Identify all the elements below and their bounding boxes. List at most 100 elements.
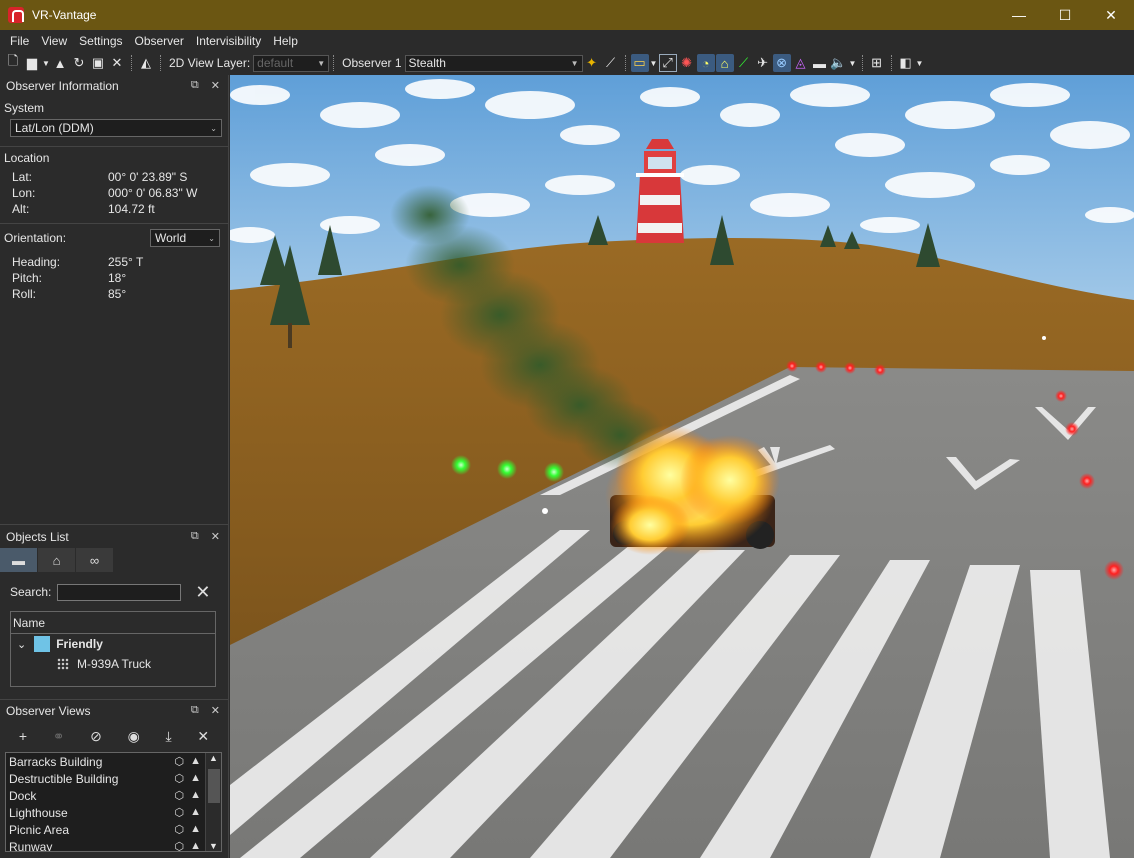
clear-search-icon[interactable]: ✕ [195,582,210,603]
compass-icon[interactable]: ✦ [583,54,601,72]
scrollbar-thumb[interactable] [208,769,220,803]
menu-file[interactable]: File [4,30,35,52]
target-icon[interactable]: ⊗ [772,54,791,72]
cube-icon: ⬡ [174,841,185,852]
hide-icon[interactable]: ⊘ [90,728,102,745]
new-file-icon[interactable]: 🗋 [4,53,22,72]
roll-value: 85° [108,287,127,301]
white-light [1042,336,1046,340]
objects-tabs: ▬ ⌂ ∞ [0,548,228,572]
network-icon[interactable]: ✺ [678,54,696,72]
view-layer-select[interactable]: default ▼ [253,54,330,72]
minimize-button[interactable]: — [996,0,1042,30]
dropdown-arrow-icon[interactable]: ▼ [650,54,658,72]
chevron-down-icon[interactable]: ⌄ [17,638,26,651]
add-view-icon[interactable]: + [19,728,27,744]
close-icon[interactable]: ✕ [211,79,220,92]
list-item[interactable]: Destructible Building ⬡ ▲ [6,770,221,787]
scroll-down-icon[interactable]: ▼ [209,841,218,851]
terrain-edit-icon[interactable]: ◭ [137,54,155,72]
download-icon[interactable]: ⤓ [165,728,171,745]
coordinate-system-select[interactable]: Lat/Lon (DDM) ⌄ [10,119,222,137]
orientation-value: World [155,231,187,245]
path-icon[interactable]: ⟋ [735,54,753,72]
menu-observer[interactable]: Observer [129,30,190,52]
toolbar-separator [861,55,864,71]
terrain-icon: ▲ [190,840,201,852]
location-label: Location [4,151,50,165]
buildings-tab-icon[interactable]: ⌂ [38,548,76,572]
zone-icon[interactable]: ⌂ [715,54,734,72]
aircraft-icon[interactable]: ✈ [754,54,772,72]
objects-list-header: Objects List ⧉ ✕ [0,526,228,548]
list-item[interactable]: Barracks Building ⬡ ▲ [6,753,221,770]
hierarchy-icon[interactable]: ⊞ [868,54,886,72]
terrain-icon[interactable]: ▲ [51,54,69,72]
lon-value: 000° 0' 06.83" W [108,186,198,200]
open-folder-icon[interactable]: ▆ [23,54,41,72]
chevron-down-icon: ⌄ [210,123,217,133]
menu-intervisibility[interactable]: Intervisibility [190,30,267,52]
sound-icon[interactable]: 🔈 [830,54,848,72]
link-icon[interactable]: ⚭ [53,728,65,745]
tree-group-friendly[interactable]: ⌄ Friendly [11,634,215,654]
save-icon[interactable]: ▣ [89,54,107,72]
reload-icon[interactable]: ↻ [70,54,88,72]
close-icon[interactable]: ✕ [211,704,220,717]
observer-views-title: Observer Views [6,704,91,718]
float-icon[interactable]: ⧉ [191,704,199,717]
pyramid-icon[interactable]: ◬ [792,54,810,72]
view-label: Barracks Building [9,754,103,769]
toolbar-separator [624,55,627,71]
roll-label: Roll: [12,287,37,301]
menu-view[interactable]: View [35,30,73,52]
delete-view-icon[interactable]: ✕ [197,728,209,745]
range-rings-icon[interactable]: ◔ [696,54,715,72]
close-scenario-icon[interactable]: ✕ [108,54,126,72]
tree-item[interactable]: M-939A Truck [11,654,215,674]
car-icon[interactable]: ▬ [811,54,829,72]
frame-icon[interactable]: ⤢ [658,54,677,72]
close-button[interactable]: ✕ [1088,0,1134,30]
burning-truck [605,425,780,555]
toolbar-separator [160,55,162,71]
chevron-down-icon: ▼ [570,58,579,68]
menu-help[interactable]: Help [267,30,304,52]
views-tab-icon[interactable]: ∞ [76,548,114,572]
toolbar-separator [890,55,893,71]
vehicles-tab-icon[interactable]: ▬ [0,548,38,572]
entity-label: M-939A Truck [77,657,152,671]
observer-mode-select[interactable]: Stealth ▼ [404,54,583,72]
dropdown-arrow-icon[interactable]: ▼ [849,54,857,72]
lat-label: Lat: [12,170,33,184]
menu-settings[interactable]: Settings [73,30,128,52]
attach-vehicle-icon[interactable]: ▭ [630,54,649,72]
3d-viewport[interactable] [230,75,1134,858]
float-icon[interactable]: ⧉ [191,79,199,92]
system-label: System [4,101,45,115]
maximize-button[interactable]: ☐ [1042,0,1088,30]
observer-info-title: Observer Information [6,79,119,93]
scroll-up-icon[interactable]: ▲ [209,753,218,763]
dropdown-arrow-icon[interactable]: ▼ [42,54,50,72]
orientation-select[interactable]: World ⌄ [150,229,220,247]
close-icon[interactable]: ✕ [211,530,220,543]
float-icon[interactable]: ⧉ [191,530,199,543]
list-item[interactable]: Picnic Area ⬡ ▲ [6,821,221,838]
scrollbar[interactable]: ▲ ▼ [205,753,221,851]
heading-value: 255° T [108,255,144,269]
title-bar: VR-Vantage — ☐ ✕ [0,0,1134,30]
observer-mode-value: Stealth [408,56,446,70]
column-header-name[interactable]: Name [11,612,215,634]
ruler-icon[interactable]: ⟋ [602,54,620,72]
entity-icon [57,658,69,670]
capture-view-icon[interactable]: ◉ [128,728,140,745]
cube-icon: ⬡ [174,756,185,768]
list-item[interactable]: Dock ⬡ ▲ [6,787,221,804]
observer-label: Observer 1 [342,56,402,70]
split-view-icon[interactable]: ◧ [897,54,915,72]
search-input[interactable] [57,583,182,601]
list-item[interactable]: Runway ⬡ ▲ [6,838,221,852]
dropdown-arrow-icon[interactable]: ▼ [916,54,924,72]
list-item[interactable]: Lighthouse ⬡ ▲ [6,804,221,821]
